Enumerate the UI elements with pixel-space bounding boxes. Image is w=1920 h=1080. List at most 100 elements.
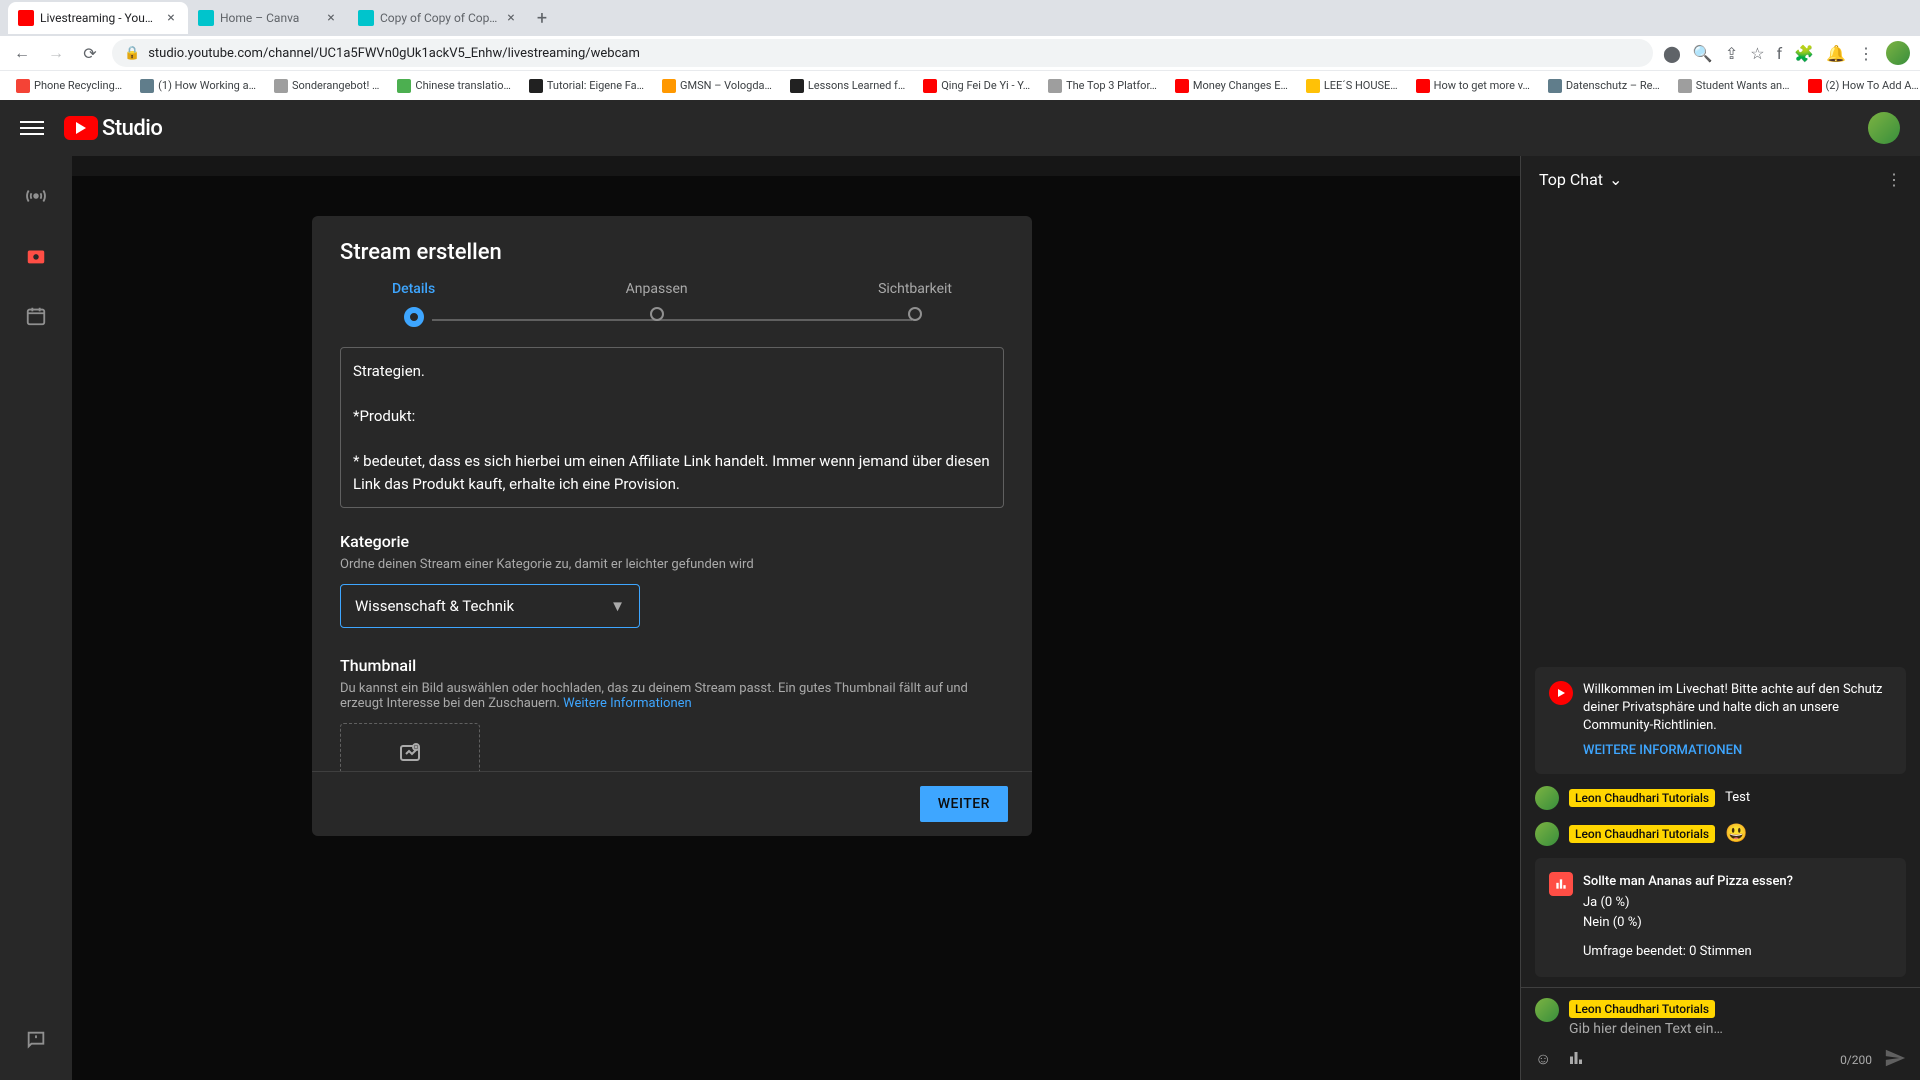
chat-menu-icon[interactable]: ⋮ — [1886, 170, 1902, 189]
new-tab-button[interactable]: + — [528, 4, 556, 32]
modal-body[interactable]: Strategien. *Produkt: * bedeutet, dass e… — [312, 347, 1032, 771]
feedback-icon[interactable] — [16, 1020, 56, 1060]
calendar-icon[interactable] — [16, 296, 56, 336]
browser-chrome: Livestreaming - YouTube S × Home – Canva… — [0, 0, 1920, 70]
bookmarks-bar: Phone Recycling… (1) How Working a… Sond… — [0, 70, 1920, 100]
step-label: Sichtbarkeit — [878, 281, 952, 297]
welcome-text: Willkommen im Livechat! Bitte achte auf … — [1583, 681, 1892, 736]
chat-messages[interactable]: Willkommen im Livechat! Bitte achte auf … — [1521, 203, 1920, 987]
step-label: Anpassen — [626, 281, 688, 297]
bookmark-item[interactable]: Sonderangebot! … — [268, 79, 385, 93]
chat-author-badge[interactable]: Leon Chaudhari Tutorials — [1569, 789, 1715, 807]
browser-tab-active[interactable]: Livestreaming - YouTube S × — [8, 2, 188, 34]
thumbnail-title: Thumbnail — [340, 656, 1004, 675]
step-details[interactable]: Details — [392, 281, 435, 327]
bookmark-item[interactable]: Lessons Learned f… — [784, 79, 911, 93]
favicon-canva — [198, 10, 214, 26]
step-dot-icon — [404, 307, 424, 327]
more-info-link[interactable]: Weitere Informationen — [563, 696, 692, 711]
bookmark-item[interactable]: Chinese translatio… — [391, 79, 516, 93]
hamburger-menu[interactable] — [20, 116, 44, 140]
bookmark-item[interactable]: LEE´S HOUSE… — [1300, 79, 1404, 93]
image-add-icon — [398, 741, 422, 765]
modal-footer: WEITER — [312, 771, 1032, 836]
tab-title: Livestreaming - YouTube S — [40, 11, 158, 25]
bookmark-item[interactable]: (2) How To Add A… — [1802, 79, 1920, 93]
chevron-down-icon: ▼ — [610, 597, 625, 615]
category-dropdown[interactable]: Wissenschaft & Technik ▼ — [340, 584, 640, 628]
recording-icon[interactable]: ⬤ — [1663, 44, 1681, 63]
tab-bar: Livestreaming - YouTube S × Home – Canva… — [0, 0, 1920, 36]
welcome-link[interactable]: WEITERE INFORMATIONEN — [1583, 742, 1892, 760]
profile-avatar[interactable] — [1886, 41, 1910, 65]
poll-create-icon[interactable] — [1567, 1049, 1585, 1071]
chat-avatar[interactable] — [1535, 822, 1559, 846]
notifications-icon[interactable]: 🔔 — [1826, 44, 1846, 63]
stream-icon[interactable] — [16, 176, 56, 216]
send-icon[interactable] — [1884, 1047, 1906, 1072]
chat-header: Top Chat ⌄ ⋮ — [1521, 156, 1920, 203]
next-button[interactable]: WEITER — [920, 786, 1008, 822]
tab-close-icon[interactable]: × — [504, 11, 518, 25]
chat-mode-selector[interactable]: Top Chat ⌄ — [1539, 170, 1622, 189]
tab-title: Home – Canva — [220, 11, 318, 25]
facebook-icon[interactable]: f — [1777, 44, 1783, 63]
bookmark-item[interactable]: Datenschutz – Re… — [1542, 79, 1666, 93]
youtube-studio-logo[interactable]: Studio — [64, 116, 162, 141]
address-icons: ⬤ 🔍 ⇪ ☆ f 🧩 🔔 ⋮ — [1663, 41, 1910, 65]
description-textarea[interactable]: Strategien. *Produkt: * bedeutet, dass e… — [340, 347, 1004, 508]
bookmark-item[interactable]: GMSN – Vologda… — [656, 79, 778, 93]
step-customize[interactable]: Anpassen — [626, 281, 688, 327]
tab-title: Copy of Copy of Copy of Cop — [380, 11, 498, 25]
user-avatar[interactable] — [1868, 112, 1900, 144]
modal-title: Stream erstellen — [312, 216, 1032, 281]
chat-input-field[interactable]: Gib hier deinen Text ein… — [1569, 1021, 1906, 1037]
tab-close-icon[interactable]: × — [164, 11, 178, 25]
chat-avatar[interactable] — [1535, 786, 1559, 810]
menu-icon[interactable]: ⋮ — [1858, 44, 1874, 63]
back-button[interactable]: ← — [10, 41, 34, 65]
chat-text: Test — [1725, 790, 1750, 805]
zoom-icon[interactable]: 🔍 — [1693, 44, 1713, 63]
studio-header: Studio — [0, 100, 1920, 156]
chat-header-label: Top Chat — [1539, 170, 1603, 189]
bookmark-item[interactable]: The Top 3 Platfor… — [1042, 79, 1163, 93]
category-desc: Ordne deinen Stream einer Kategorie zu, … — [340, 557, 1004, 572]
browser-tab[interactable]: Home – Canva × — [188, 2, 348, 34]
step-dot-icon — [650, 307, 664, 321]
chat-input-area: Leon Chaudhari Tutorials Gib hier deinen… — [1521, 987, 1920, 1080]
bookmark-item[interactable]: Student Wants an… — [1672, 79, 1796, 93]
share-icon[interactable]: ⇪ — [1725, 44, 1738, 63]
desc-line: * bedeutet, dass es sich hierbei um eine… — [353, 450, 991, 495]
lock-icon: 🔒 — [124, 46, 140, 61]
step-visibility[interactable]: Sichtbarkeit — [878, 281, 952, 327]
address-bar: ← → ⟳ 🔒 studio.youtube.com/channel/UC1a5… — [0, 36, 1920, 70]
step-label: Details — [392, 281, 435, 297]
url-field[interactable]: 🔒 studio.youtube.com/channel/UC1a5FWVn0g… — [112, 39, 1653, 67]
chat-input-avatar — [1535, 998, 1559, 1022]
bookmark-item[interactable]: (1) How Working a… — [134, 79, 262, 93]
bookmark-item[interactable]: Tutorial: Eigene Fa… — [523, 79, 650, 93]
chat-author-badge[interactable]: Leon Chaudhari Tutorials — [1569, 825, 1715, 843]
bookmark-item[interactable]: Money Changes E… — [1169, 79, 1294, 93]
star-icon[interactable]: ☆ — [1750, 44, 1764, 63]
chevron-down-icon: ⌄ — [1609, 170, 1622, 189]
chat-message: Leon Chaudhari Tutorials 😃 — [1535, 822, 1906, 846]
extensions-icon[interactable]: 🧩 — [1794, 44, 1814, 63]
bookmark-item[interactable]: How to get more v… — [1410, 79, 1536, 93]
youtube-play-icon — [64, 116, 98, 140]
bookmark-item[interactable]: Qing Fei De Yi - Y… — [917, 79, 1036, 93]
emoji-picker-icon[interactable]: ☺ — [1535, 1049, 1551, 1071]
url-text: studio.youtube.com/channel/UC1a5FWVn0gUk… — [148, 46, 640, 61]
favicon-canva — [358, 10, 374, 26]
bookmark-item[interactable]: Phone Recycling… — [10, 79, 128, 93]
tab-close-icon[interactable]: × — [324, 11, 338, 25]
reload-button[interactable]: ⟳ — [78, 41, 102, 65]
poll-status: Umfrage beendet: 0 Stimmen — [1583, 942, 1892, 963]
thumbnail-upload-button[interactable]: Thumbnail hochladen — [340, 723, 480, 771]
desc-line: *Produkt: — [353, 405, 991, 428]
stepper: Details Anpassen Sichtbarkeit — [312, 281, 1032, 347]
forward-button[interactable]: → — [44, 41, 68, 65]
webcam-icon[interactable] — [16, 236, 56, 276]
browser-tab[interactable]: Copy of Copy of Copy of Cop × — [348, 2, 528, 34]
